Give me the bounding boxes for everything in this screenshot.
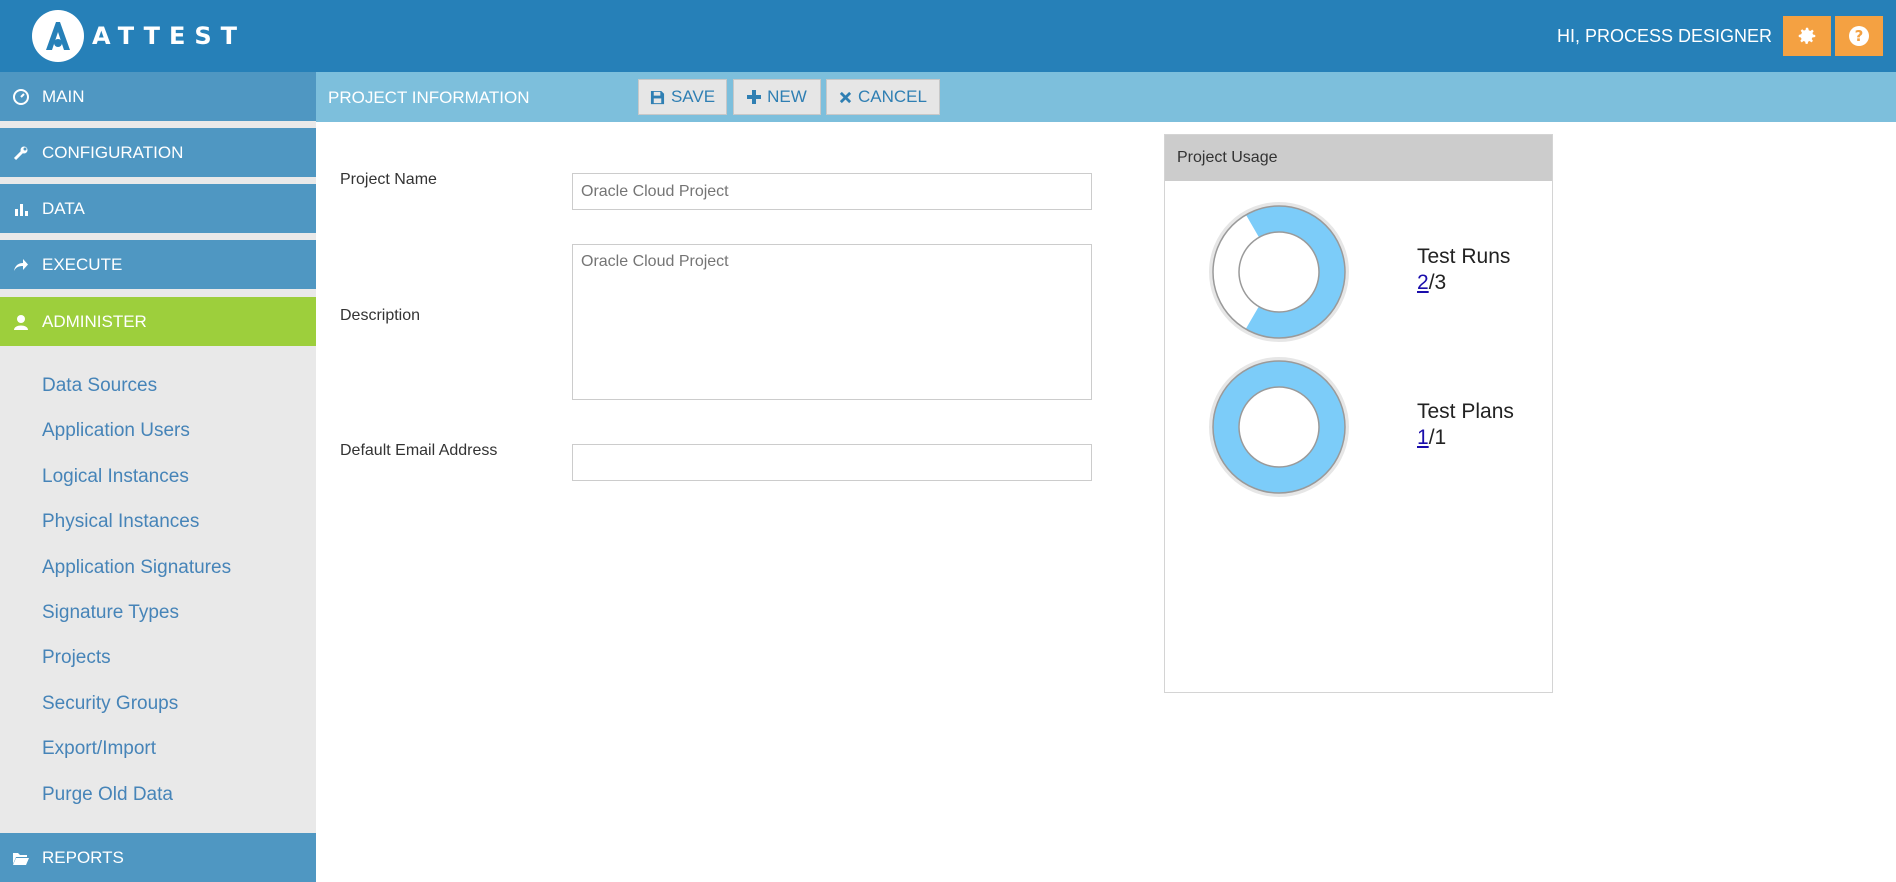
test-runs-total: /3 xyxy=(1428,271,1447,294)
share-arrow-icon xyxy=(12,256,30,274)
default-email-input[interactable] xyxy=(572,444,1092,481)
user-icon xyxy=(12,313,30,331)
gear-icon xyxy=(1798,27,1816,44)
description-label: Description xyxy=(340,307,421,324)
test-plans-used-link[interactable]: 1 xyxy=(1417,426,1429,449)
nav-administer[interactable]: ADMINISTER xyxy=(0,297,316,346)
sidebar-item-application-users[interactable]: Application Users xyxy=(42,420,190,442)
save-button[interactable]: SAVE xyxy=(638,79,727,115)
test-runs-donut xyxy=(1209,202,1349,342)
sidebar-item-data-sources[interactable]: Data Sources xyxy=(42,375,157,397)
nav-data[interactable]: DATA xyxy=(0,184,316,233)
new-button[interactable]: NEW xyxy=(733,79,821,115)
save-button-label: SAVE xyxy=(670,87,716,106)
project-usage-panel: Project Usage Test Runs 2/3 Test Plans 1… xyxy=(1164,134,1553,693)
nav-execute-label: EXECUTE xyxy=(42,254,123,274)
project-name-input[interactable] xyxy=(572,173,1092,210)
sidebar-item-security-groups[interactable]: Security Groups xyxy=(42,693,178,715)
sidebar-item-logical-instances[interactable]: Logical Instances xyxy=(42,466,189,488)
top-bar: ATTEST HI, PROCESS DESIGNER ? xyxy=(0,0,1896,72)
attest-logo[interactable] xyxy=(32,10,84,62)
page-title: PROJECT INFORMATION xyxy=(328,88,530,107)
nav-data-label: DATA xyxy=(42,198,85,218)
help-button[interactable]: ? xyxy=(1835,16,1883,56)
settings-button[interactable] xyxy=(1783,16,1831,56)
sidebar-item-export-import[interactable]: Export/Import xyxy=(42,738,156,760)
close-icon xyxy=(839,91,852,103)
save-icon xyxy=(650,90,665,104)
nav-administer-label: ADMINISTER xyxy=(42,311,147,331)
test-plans-label: Test Plans xyxy=(1417,400,1514,423)
nav-execute[interactable]: EXECUTE xyxy=(0,240,316,289)
toolbar: PROJECT INFORMATION SAVE NEW CANCEL xyxy=(316,72,1896,122)
sidebar-item-physical-instances[interactable]: Physical Instances xyxy=(42,511,199,533)
sidebar-item-application-signatures[interactable]: Application Signatures xyxy=(42,557,231,579)
user-greeting[interactable]: HI, PROCESS DESIGNER xyxy=(1557,26,1772,47)
description-textarea[interactable] xyxy=(572,244,1092,400)
default-email-label: Default Email Address xyxy=(340,442,498,459)
cancel-button-label: CANCEL xyxy=(858,87,927,106)
bar-chart-icon xyxy=(12,200,30,218)
nav-reports[interactable]: REPORTS xyxy=(0,833,316,882)
sidebar: MAIN CONFIGURATION DATA EXECUTE ADMINIST… xyxy=(0,72,316,882)
dashboard-icon xyxy=(12,88,30,106)
project-name-label: Project Name xyxy=(340,171,437,188)
sidebar-item-projects[interactable]: Projects xyxy=(42,647,111,669)
nav-reports-label: REPORTS xyxy=(42,847,124,867)
new-button-label: NEW xyxy=(767,87,807,106)
cancel-button[interactable]: CANCEL xyxy=(826,79,940,115)
nav-configuration[interactable]: CONFIGURATION xyxy=(0,128,316,177)
help-icon: ? xyxy=(1849,26,1869,46)
sidebar-item-purge-old-data[interactable]: Purge Old Data xyxy=(42,784,173,806)
nav-main-label: MAIN xyxy=(42,86,85,106)
brand-name: ATTEST xyxy=(92,22,247,50)
test-plans-donut xyxy=(1209,357,1349,497)
folder-open-icon xyxy=(12,849,30,867)
test-runs-used-link[interactable]: 2 xyxy=(1417,271,1429,294)
nav-configuration-label: CONFIGURATION xyxy=(42,142,184,162)
plus-icon xyxy=(747,90,762,104)
test-runs-value: 2/3 xyxy=(1417,271,1446,295)
project-usage-title: Project Usage xyxy=(1165,135,1552,181)
nav-main[interactable]: MAIN xyxy=(0,72,316,121)
sidebar-item-signature-types[interactable]: Signature Types xyxy=(42,602,179,624)
svg-text:?: ? xyxy=(1855,27,1864,45)
test-plans-total: /1 xyxy=(1428,426,1447,449)
wrench-icon xyxy=(12,144,30,162)
test-runs-label: Test Runs xyxy=(1417,245,1511,268)
logo-icon xyxy=(33,11,83,61)
test-plans-value: 1/1 xyxy=(1417,426,1446,450)
